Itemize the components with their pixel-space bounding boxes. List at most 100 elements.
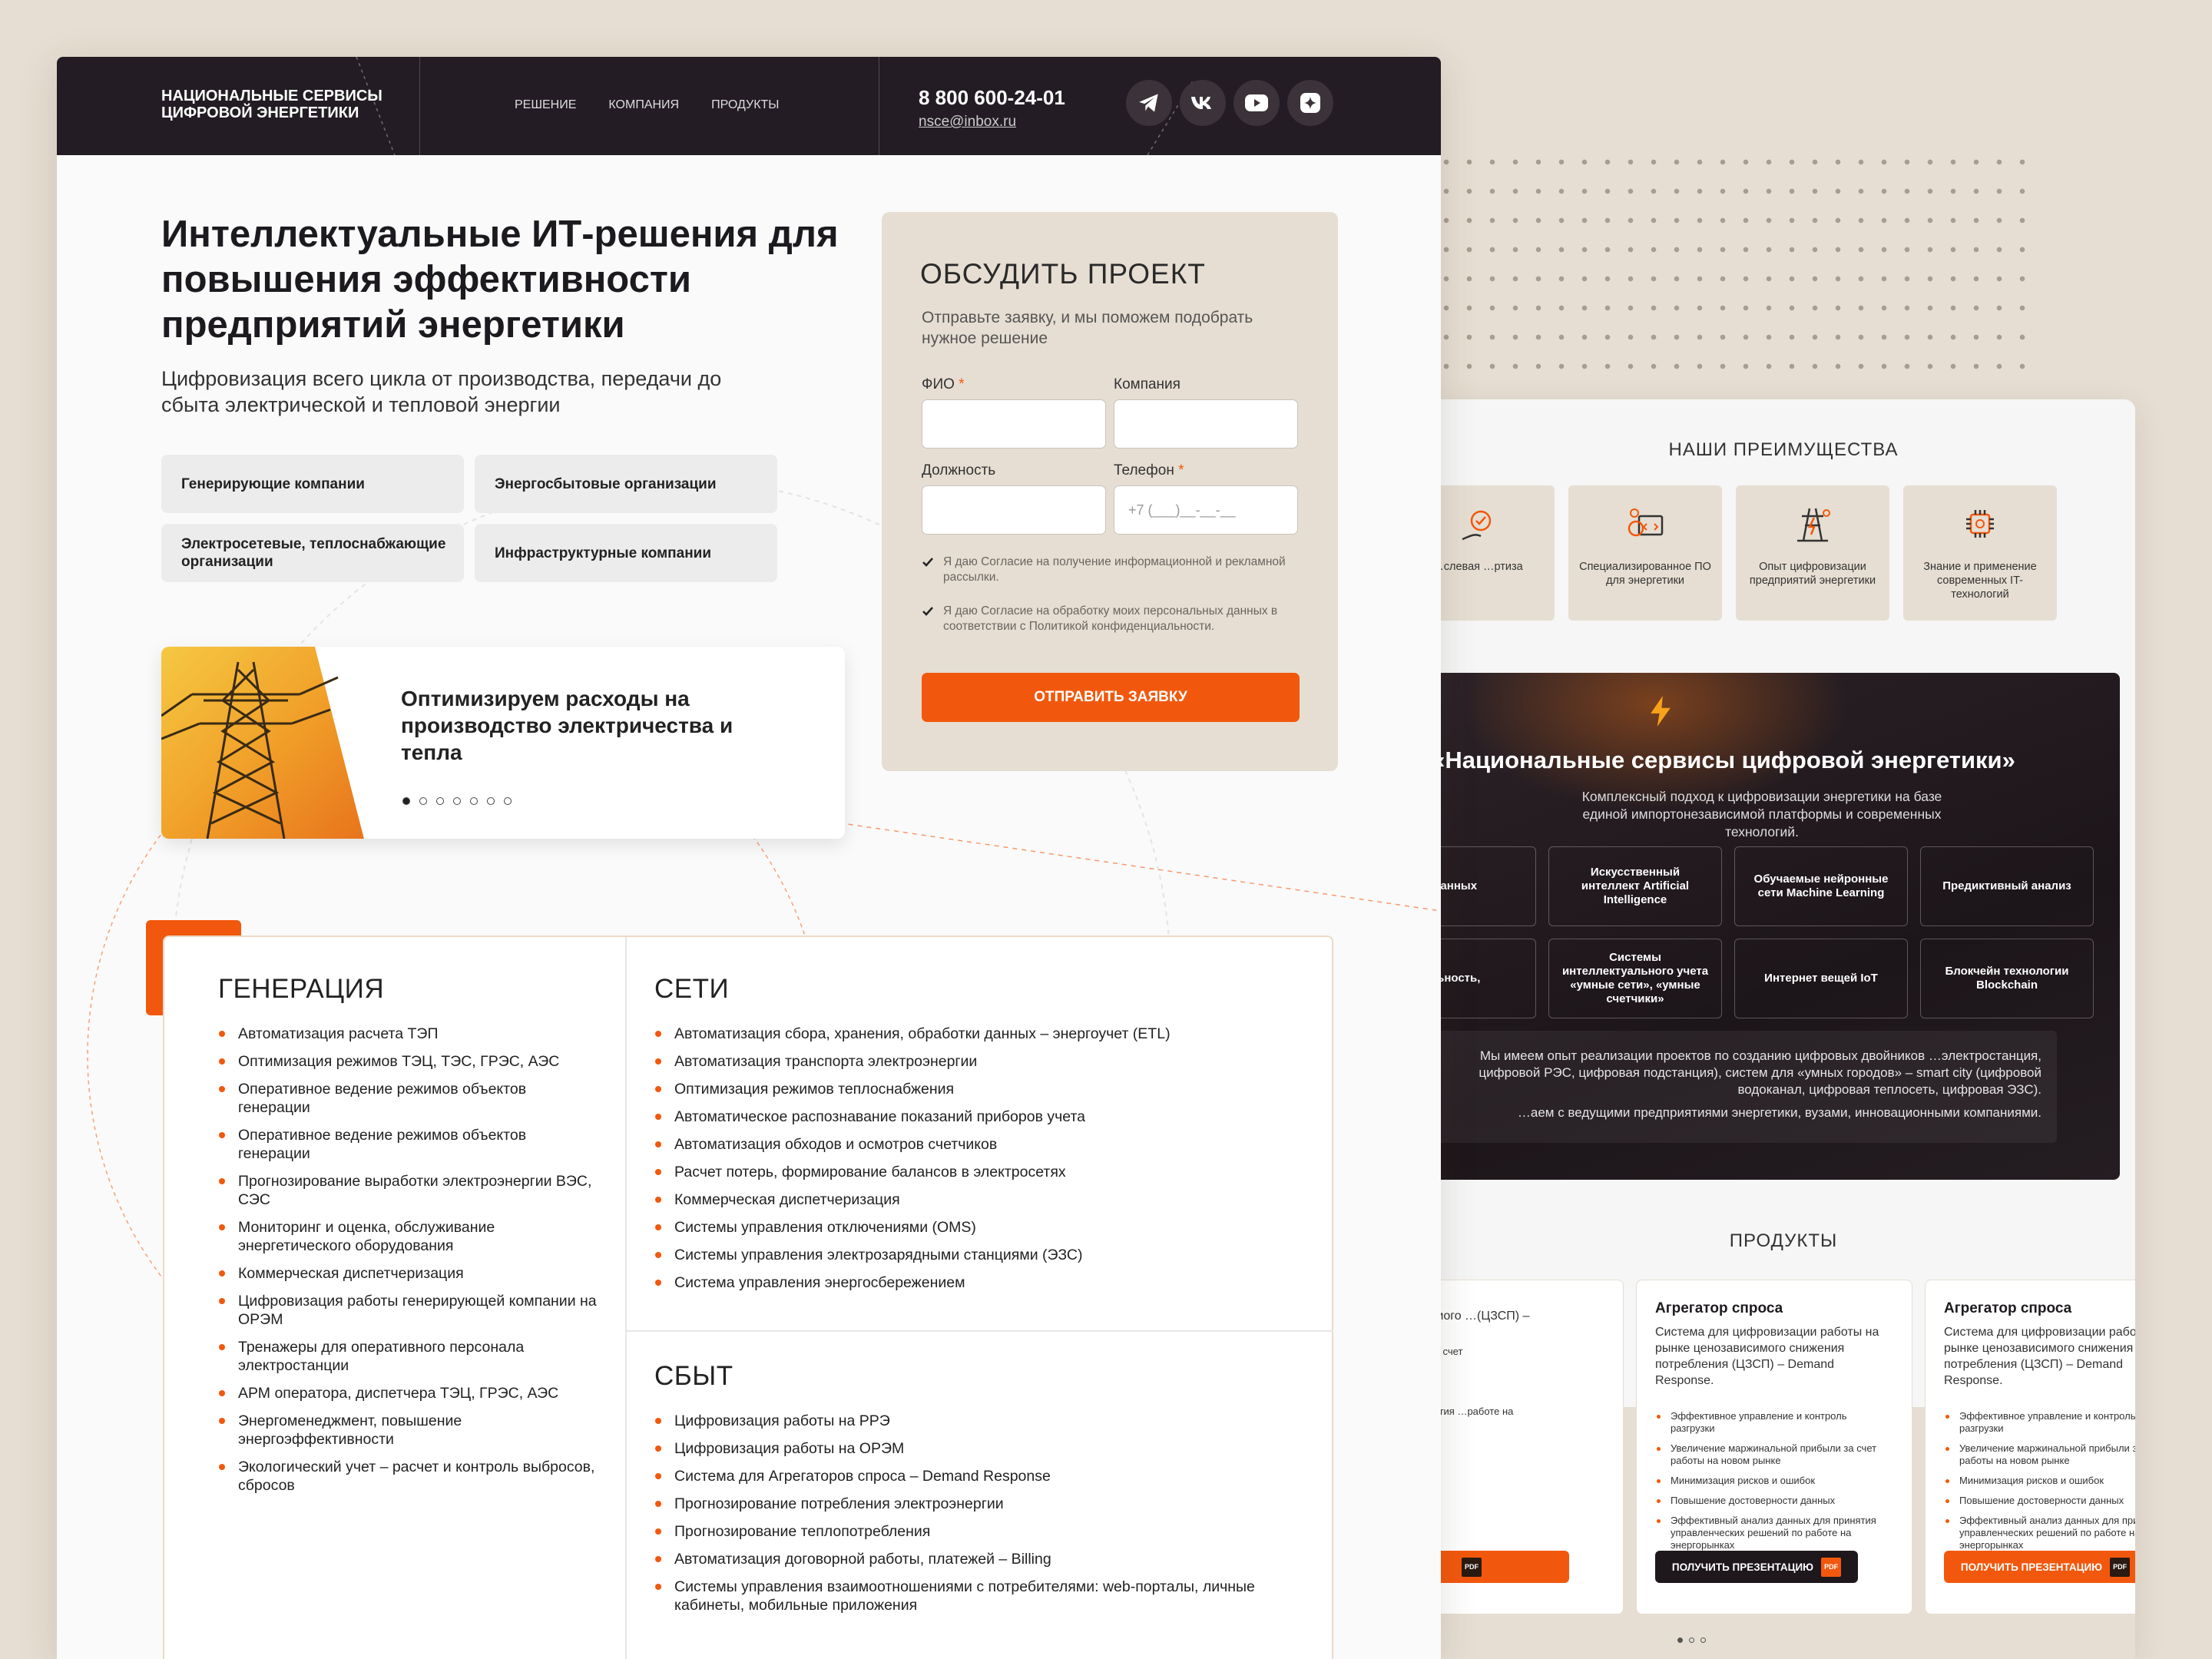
experience-box: Мы имеем опыт реализации проектов по соз… [1435,1031,2057,1143]
pdf-badge: PDF [2110,1557,2131,1577]
audience-chip[interactable]: Энергосбытовые организации [475,455,777,513]
list-item: Цифровизация работы генерирующей компани… [218,1292,602,1329]
advantage-card: Специализированное ПО для энергетики [1568,485,1722,621]
email-link[interactable]: nsce@inbox.ru [919,114,1016,131]
product-feature: Эффективное управление и контроль разгру… [1944,1410,2135,1435]
social-links [1126,80,1333,126]
list-item: Автоматизация обходов и осмотров счетчик… [654,1135,1315,1154]
advantage-label: …слевая …ртиза [1432,561,1523,573]
consent-mailing[interactable]: Я даю Согласие на получение информационн… [922,555,1290,585]
telegram-icon[interactable] [1126,80,1172,126]
slider-dot[interactable] [436,797,444,805]
list-item: Тренажеры для оперативного персонала эле… [218,1338,602,1375]
product-title: Агрегатор спроса [1655,1300,1783,1316]
products-pager[interactable] [1677,1637,1706,1643]
product-feature: …для принятия …работе на [1432,1406,1604,1418]
product-feature: Повышение достоверности данных [1944,1495,2135,1507]
product-feature: …данных [1432,1386,1604,1398]
pager-dot[interactable] [1677,1637,1683,1643]
list-item: Оптимизация режимов ТЭЦ, ТЭС, ГРЭС, АЭС [218,1052,602,1071]
platform-section: «Национальные сервисы цифровой энергетик… [1432,673,2120,1180]
get-presentation-button[interactable]: Получить презентацию PDF [1944,1551,2135,1583]
hero-subtitle: Цифровизация всего цикла от производства… [161,367,722,416]
consent-personal-data-text: Я даю Согласие на обработку моих персона… [943,604,1278,633]
button-label: Получить презентацию [1960,1561,2103,1573]
networks-column: Сети Автоматизация сбора, хранения, обра… [654,974,1315,1301]
product-feature: …рибыли за счет [1432,1346,1604,1358]
position-label: Должность [922,462,996,478]
phone-input[interactable]: +7 (___)__-__-__ [1114,485,1298,535]
advantage-card: …слевая …ртиза [1432,485,1555,621]
product-feature: Минимизация рисков и ошибок [1944,1475,2135,1487]
tech-card: Искусственный интеллект Artificial Intel… [1548,846,1722,926]
advantage-label: Опыт цифровизации предприятий энергетики [1749,561,1876,587]
vk-icon[interactable] [1180,80,1226,126]
pager-dot[interactable] [1689,1637,1694,1643]
dot-pattern [1435,147,2034,386]
main-page: Национальные сервисы цифровой энергетики… [57,57,1441,1659]
advantages-row: …слевая …ртиза Специализированное ПО для … [1432,485,2057,621]
product-description: …ации …симого …(ЦЗСП) – [1432,1310,1530,1323]
audience-chip[interactable]: Генерирующие компании [161,455,464,513]
slider-dot[interactable] [419,797,427,805]
hero-slider[interactable]: Оптимизируем расходы на производство эле… [161,647,845,839]
checkbox-checked-icon[interactable] [922,605,934,618]
submit-button[interactable]: Отправить заявку [922,673,1300,722]
list-item: Экологический учет – расчет и контроль в… [218,1458,602,1495]
audience-chip[interactable]: Инфраструктурные компании [475,524,777,582]
fio-input[interactable] [922,399,1106,449]
list-item: Оперативное ведение режимов объектов ген… [218,1126,602,1163]
sales-list: Цифровизация работы на РРЭ Цифровизация р… [654,1412,1315,1614]
advantage-label: Знание и применение современных IT-техно… [1923,561,2037,601]
list-item: Автоматическое распознавание показаний п… [654,1108,1315,1126]
slider-dot[interactable] [453,797,461,805]
get-presentation-button[interactable]: Получить презентацию PDF [1655,1551,1858,1583]
company-input[interactable] [1114,399,1298,449]
messenger-icon[interactable] [1287,80,1333,126]
generation-title: Генерация [218,974,385,1004]
bolt-icon [1651,696,1671,727]
product-feature: Эффективное управление и контроль разгру… [1655,1410,1893,1435]
slider-pagination[interactable] [402,797,512,805]
slider-dot[interactable] [470,797,478,805]
list-item: Прогнозирование выработки электроэнергии… [218,1172,602,1209]
consent-personal-data[interactable]: Я даю Согласие на обработку моих персона… [922,604,1290,634]
list-item: Оптимизация режимов теплоснабжения [654,1080,1315,1098]
hero-title: Интеллектуальные ИТ-решения для повышени… [161,214,839,346]
form-title: Обсудить проект [920,258,1206,290]
youtube-icon[interactable] [1233,80,1280,126]
product-feature: …бок [1432,1366,1604,1378]
audience-chips: Генерирующие компании Энергосбытовые орга… [161,455,777,582]
audience-chip[interactable]: Электросетевые, теплоснабжающие организа… [161,524,464,582]
pager-dot[interactable] [1700,1637,1706,1643]
fio-label: ФИО * [922,376,965,392]
phone-number[interactable]: 8 800 600-24-01 [919,86,1065,110]
tech-card: …льность, [1432,939,1536,1018]
nav-link-0[interactable]: Решение [515,98,576,112]
list-item: Расчет потерь, формирование балансов в э… [654,1163,1315,1181]
form-note: Отправьте заявку, и мы поможем подобрать… [922,309,1253,347]
product-description: Система для цифровизации работы на рынке… [1655,1326,1879,1387]
list-item: Автоматизация расчета ТЭП [218,1025,602,1043]
company-label: Компания [1114,376,1181,392]
list-item: Системы управления электрозарядными стан… [654,1246,1315,1264]
slider-dot[interactable] [402,797,410,805]
nav-link-1[interactable]: Компания [608,98,679,112]
product-feature: Повышение достоверности данных [1655,1495,1893,1507]
list-item: АРМ оператора, диспетчера ТЭЦ, ГРЭС, АЭС [218,1384,602,1402]
product-features: Эффективное управление и контроль разгру… [1944,1410,2135,1551]
slider-dot[interactable] [504,797,512,805]
product-card: Агрегатор спроса Система для цифровизации… [1636,1280,1912,1614]
power-tower-image [161,647,364,839]
get-presentation-button[interactable]: PDF [1432,1551,1569,1583]
list-item: Автоматизация договорной работы, платеже… [654,1550,1315,1568]
slider-dot[interactable] [487,797,495,805]
list-item: Прогнозирование потребления электроэнерг… [654,1495,1315,1513]
nav-link-2[interactable]: Продукты [711,98,779,112]
row-divider [626,1330,1333,1332]
position-input[interactable] [922,485,1106,535]
advantages-title: Наши преимущества [1668,439,1899,460]
site-header: Национальные сервисы цифровой энергетики… [57,57,1441,155]
checkbox-checked-icon[interactable] [922,556,934,568]
platform-title: «Национальные сервисы цифровой энергетик… [1432,747,2015,773]
